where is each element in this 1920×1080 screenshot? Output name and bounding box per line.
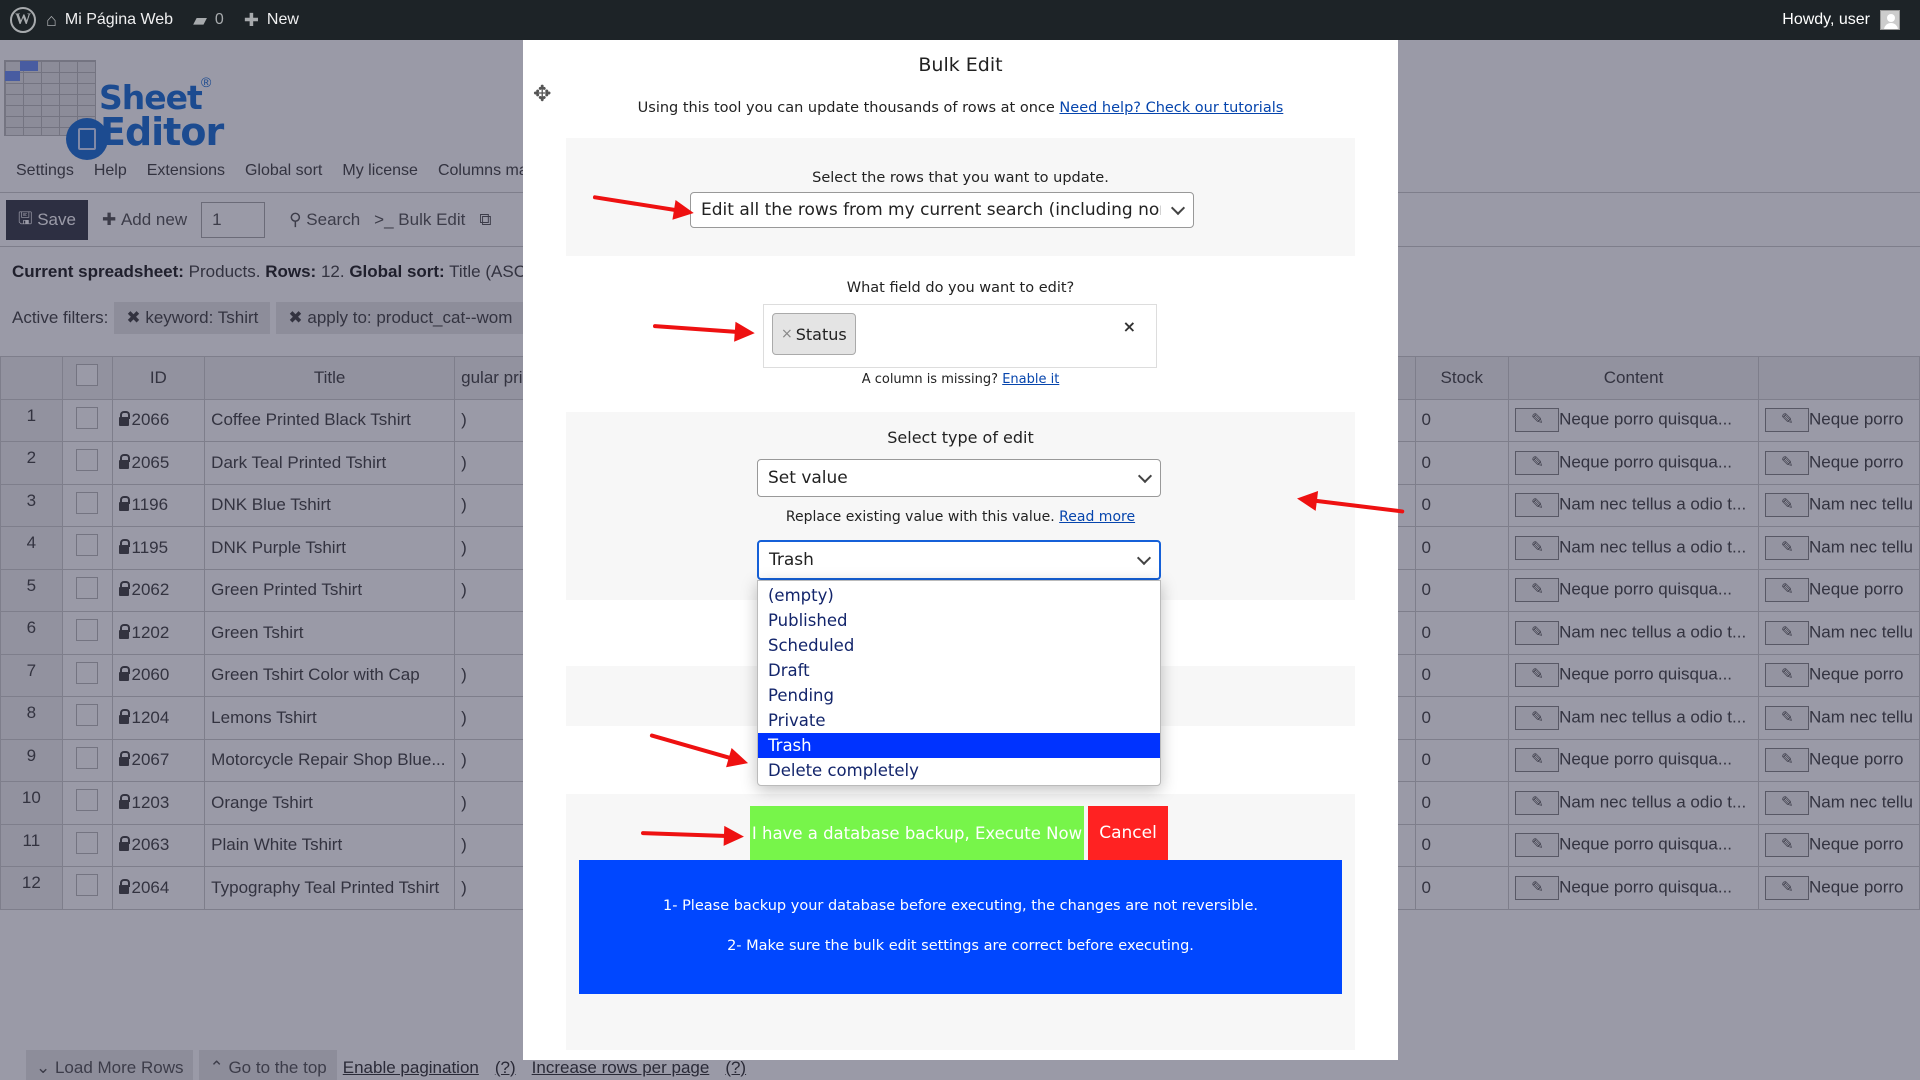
value-option[interactable]: Draft <box>758 658 1160 683</box>
read-more-link[interactable]: Read more <box>1059 509 1135 525</box>
greeting: Howdy, user <box>1782 11 1870 28</box>
chevron-down-icon <box>1136 550 1152 565</box>
value-option[interactable]: Published <box>758 608 1160 633</box>
value-option[interactable]: Pending <box>758 683 1160 708</box>
edit-type-select[interactable]: Set value <box>757 459 1161 497</box>
value-option[interactable]: Delete completely <box>758 758 1160 783</box>
selected-field-tag: × Status <box>772 313 856 355</box>
modal-intro: Using this tool you can update thousands… <box>637 100 1284 116</box>
warning-box: 1- Please backup your database before ex… <box>579 860 1342 994</box>
warning-1: 1- Please backup your database before ex… <box>663 898 1258 914</box>
value-select[interactable]: Trash <box>757 540 1161 580</box>
execute-now-button[interactable]: I have a database backup, Execute Now <box>750 806 1084 860</box>
value-option[interactable]: Trash <box>758 733 1160 758</box>
missing-column-hint: A column is missing? Enable it <box>861 372 1060 387</box>
warning-2: 2- Make sure the bulk edit settings are … <box>727 938 1194 954</box>
field-label: What field do you want to edit? <box>846 280 1075 296</box>
plus-icon: ✚ <box>243 9 259 30</box>
value-option[interactable]: (empty) <box>758 583 1160 608</box>
field-select[interactable]: × Status × <box>763 304 1157 368</box>
modal-title: Bulk Edit <box>918 54 1003 76</box>
enable-column-link[interactable]: Enable it <box>1002 372 1059 387</box>
user-menu[interactable]: Howdy, user <box>1782 10 1920 30</box>
chevron-down-icon <box>1170 200 1186 215</box>
comment-icon: ▰ <box>193 9 207 30</box>
comments-count: 0 <box>214 11 224 28</box>
new-label: New <box>266 11 299 28</box>
tutorials-link[interactable]: Need help? Check our tutorials <box>1059 100 1283 116</box>
value-option[interactable]: Private <box>758 708 1160 733</box>
value-options-list: (empty) Published Scheduled Draft Pending Pri… <box>757 580 1161 786</box>
admin-bar: W ⌂ Mi Página Web ▰ 0 ✚ New Howdy, user <box>0 0 1920 40</box>
remove-field-icon[interactable]: × <box>781 326 793 342</box>
rows-select[interactable]: Edit all the rows from my current search… <box>690 192 1194 228</box>
site-name-link[interactable]: ⌂ Mi Página Web <box>36 0 183 40</box>
site-name: Mi Página Web <box>64 11 174 28</box>
cancel-button[interactable]: Cancel <box>1088 806 1168 860</box>
clear-field-icon[interactable]: × <box>1123 317 1136 336</box>
new-content-link[interactable]: ✚ New <box>234 0 309 40</box>
type-label: Select type of edit <box>887 428 1034 447</box>
value-option[interactable]: Scheduled <box>758 633 1160 658</box>
bulk-edit-modal: ✥ Bulk Edit Using this tool you can upda… <box>523 40 1398 1060</box>
chevron-down-icon <box>1137 468 1153 483</box>
wordpress-logo-icon[interactable]: W <box>10 7 36 33</box>
comments-link[interactable]: ▰ 0 <box>183 0 234 40</box>
avatar <box>1880 10 1900 30</box>
rows-label: Select the rows that you want to update. <box>812 170 1109 186</box>
replace-hint: Replace existing value with this value. … <box>785 509 1136 525</box>
home-icon: ⌂ <box>46 9 57 30</box>
